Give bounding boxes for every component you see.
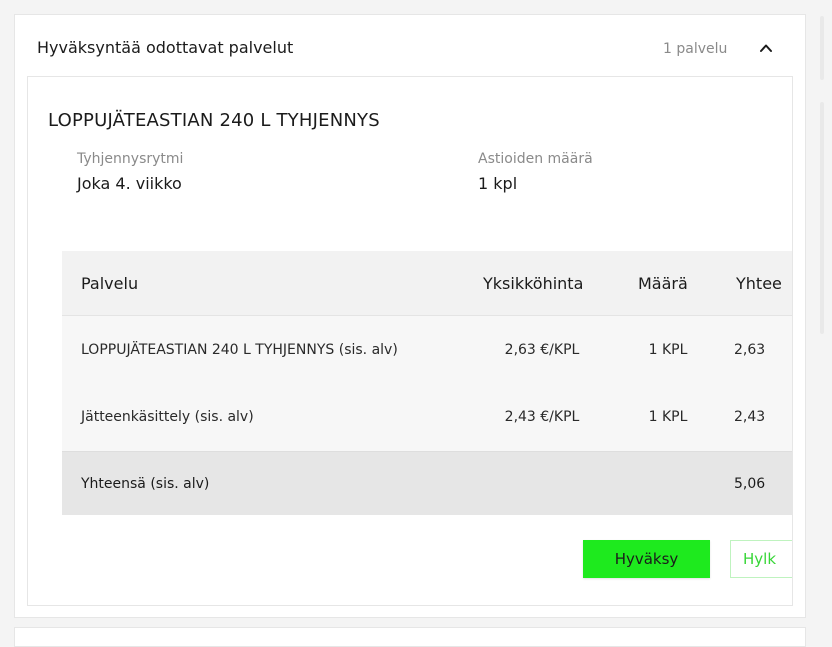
row-unit-price: 2,43 €/KPL: [504, 409, 580, 425]
column-header-total: Yhtee: [736, 273, 782, 293]
side-strip-segment: [820, 102, 824, 334]
row-service-name: LOPPUJÄTEASTIAN 240 L TYHJENNYS (sis. al…: [81, 341, 398, 358]
approve-button[interactable]: Hyväksy: [583, 540, 710, 578]
reject-button[interactable]: Hylk: [730, 540, 792, 578]
row-quantity: 1 KPL: [648, 409, 688, 425]
column-header-unit-price: Yksikköhinta: [483, 273, 584, 293]
next-card: [14, 627, 806, 647]
table-header-row: Palvelu Yksikköhinta Määrä Yhtee: [62, 251, 792, 315]
card-header: Hyväksyntää odottavat palvelut 1 palvelu: [15, 15, 805, 77]
collapse-button[interactable]: [753, 35, 779, 61]
pending-services-card: Hyväksyntää odottavat palvelut 1 palvelu…: [14, 14, 806, 618]
service-title: LOPPUJÄTEASTIAN 240 L TYHJENNYS: [48, 110, 380, 131]
containers-label: Astioiden määrä: [478, 151, 593, 167]
row-total: 2,63: [734, 341, 766, 358]
table-row: Jätteenkäsittely (sis. alv) 2,43 €/KPL 1…: [62, 383, 792, 451]
price-table: Palvelu Yksikköhinta Määrä Yhtee LOPPUJÄ…: [62, 251, 792, 515]
side-scroll-strip: [818, 14, 832, 642]
row-service-name: Jätteenkäsittely (sis. alv): [81, 409, 254, 425]
total-label: Yhteensä (sis. alv): [81, 475, 210, 492]
column-header-service: Palvelu: [81, 273, 139, 293]
row-quantity: 1 KPL: [648, 341, 688, 358]
frequency-label: Tyhjennysrytmi: [77, 151, 184, 167]
table-row: LOPPUJÄTEASTIAN 240 L TYHJENNYS (sis. al…: [62, 315, 792, 383]
side-strip-segment: [820, 16, 824, 80]
service-count: 1 palvelu: [663, 41, 728, 57]
row-total: 2,43: [734, 409, 766, 425]
frequency-value: Joka 4. viikko: [77, 174, 182, 193]
section-title: Hyväksyntää odottavat palvelut: [37, 38, 294, 57]
service-panel: LOPPUJÄTEASTIAN 240 L TYHJENNYS Tyhjenny…: [27, 76, 793, 606]
row-unit-price: 2,63 €/KPL: [504, 341, 580, 358]
column-header-quantity: Määrä: [638, 273, 688, 293]
table-total-row: Yhteensä (sis. alv) 5,06: [62, 451, 792, 515]
containers-value: 1 kpl: [478, 174, 518, 193]
chevron-up-icon: [760, 44, 772, 52]
total-value: 5,06: [734, 475, 766, 492]
